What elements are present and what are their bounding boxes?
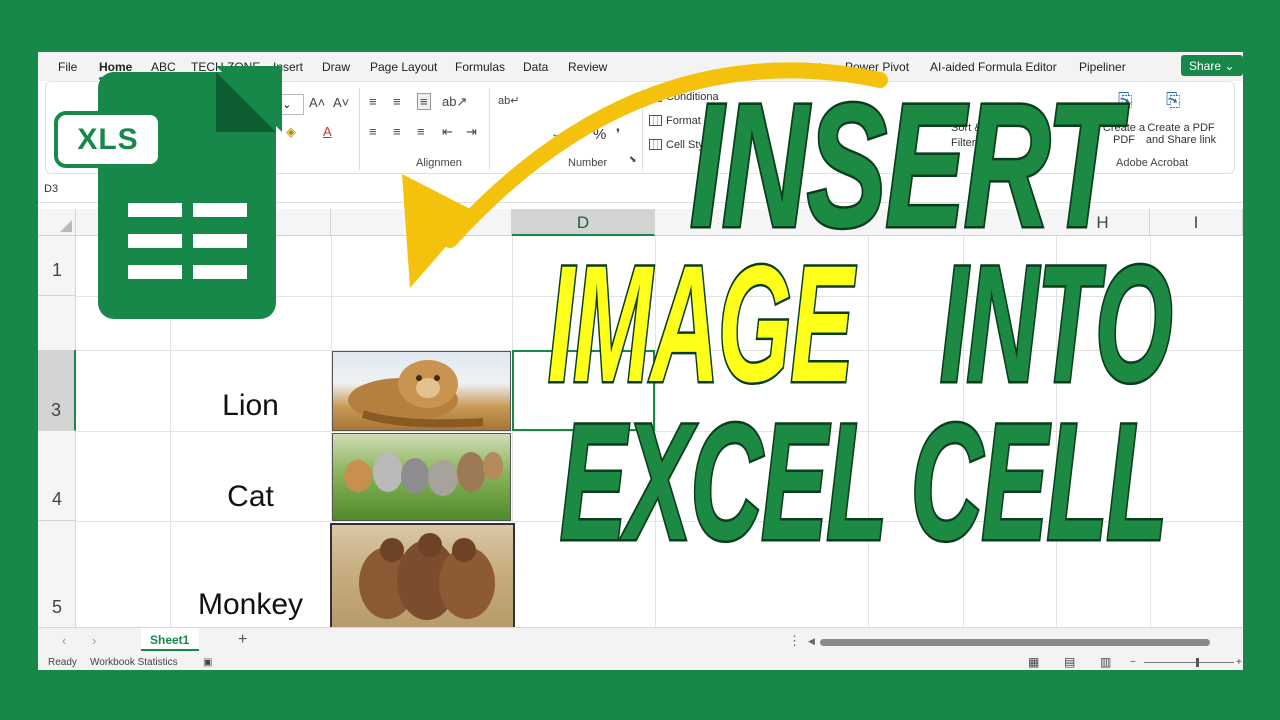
normal-view-icon[interactable]: ▦	[1028, 655, 1039, 669]
sheet-tab-bar: ‹ › Sheet1 + ⋮ ◀	[38, 627, 1243, 654]
zoom-out-icon[interactable]: −	[1130, 657, 1136, 668]
row-header-1[interactable]: 1	[38, 236, 76, 296]
previous-sheet-icon[interactable]: ‹	[62, 633, 66, 648]
share-button-label: Share	[1189, 59, 1222, 73]
font-color-icon[interactable]: A	[323, 124, 332, 139]
row-header-4[interactable]: 4	[38, 431, 76, 521]
xls-logo-grid-bar	[193, 265, 247, 279]
xls-logo-grid-bar	[193, 203, 247, 217]
decrease-font-icon[interactable]: A˅	[333, 95, 349, 110]
headline-insert: INSERT	[688, 68, 1121, 264]
kittens-photo[interactable]	[332, 433, 511, 521]
headline-image: IMAGE	[547, 232, 855, 417]
create-pdf-icon: ⎘	[1118, 90, 1133, 110]
sheet-tab-sheet1[interactable]: Sheet1	[141, 628, 199, 651]
zoom-in-icon[interactable]: +	[1236, 657, 1242, 668]
adobe-acrobat-group-label: Adobe Acrobat	[1116, 157, 1189, 169]
accessibility-icon[interactable]: ▣	[203, 657, 212, 668]
page-layout-view-icon[interactable]: ▤	[1064, 655, 1075, 669]
status-ready: Ready	[48, 657, 77, 668]
select-all-button[interactable]	[38, 209, 76, 236]
share-button[interactable]: Share ⌄	[1181, 55, 1243, 76]
xls-logo-grid-bar	[128, 265, 182, 279]
headline-excel-cell: EXCEL CELL	[559, 390, 1169, 575]
ribbon-separator	[359, 88, 360, 170]
align-left-icon[interactable]: ≡	[369, 124, 377, 139]
zoom-slider-thumb[interactable]	[1196, 658, 1199, 667]
row-header-3[interactable]: 3	[38, 350, 76, 431]
cell-b4[interactable]: Cat	[170, 480, 331, 514]
kittens-illustration	[344, 452, 503, 496]
xls-logo-grid-bar	[128, 234, 182, 248]
headline-into: INTO	[939, 232, 1175, 417]
create-pdf-share-icon: ⎘	[1166, 90, 1181, 110]
add-sheet-icon[interactable]: +	[238, 631, 247, 649]
cell-b5[interactable]: Monkey	[170, 588, 331, 622]
xls-logo-grid-bar	[128, 203, 182, 217]
create-pdf-share-button[interactable]: Create a PDF and Share link	[1142, 122, 1220, 146]
name-box[interactable]: D3	[44, 183, 58, 195]
menu-tab-file[interactable]: File	[58, 60, 77, 74]
align-top-icon[interactable]: ≡	[369, 94, 377, 109]
zoom-slider[interactable]	[1144, 662, 1234, 663]
next-sheet-icon[interactable]: ›	[92, 633, 96, 648]
scroll-left-icon[interactable]: ◀	[808, 636, 815, 647]
cell-b3[interactable]: Lion	[170, 389, 331, 423]
page-break-view-icon[interactable]: ▥	[1100, 655, 1111, 669]
status-bar: Ready Workbook Statistics ▣ ▦ ▤ ▥ − +	[38, 654, 1243, 670]
lion-photo[interactable]	[332, 351, 511, 431]
xls-logo-badge: XLS	[54, 111, 162, 168]
monkeys-photo[interactable]	[330, 523, 515, 631]
horizontal-scrollbar[interactable]	[820, 639, 1210, 646]
menu-tab-draw[interactable]: Draw	[322, 60, 350, 74]
increase-font-icon[interactable]: A˄	[309, 95, 325, 110]
more-options-icon[interactable]: ⋮	[788, 633, 801, 649]
monkeys-illustration	[359, 533, 495, 620]
xls-logo-grid-bar	[193, 234, 247, 248]
row-header-5[interactable]: 5	[38, 521, 76, 629]
lion-illustration	[348, 360, 484, 428]
workbook-statistics[interactable]: Workbook Statistics	[90, 657, 178, 668]
fill-color-icon[interactable]: ◈	[286, 124, 296, 140]
